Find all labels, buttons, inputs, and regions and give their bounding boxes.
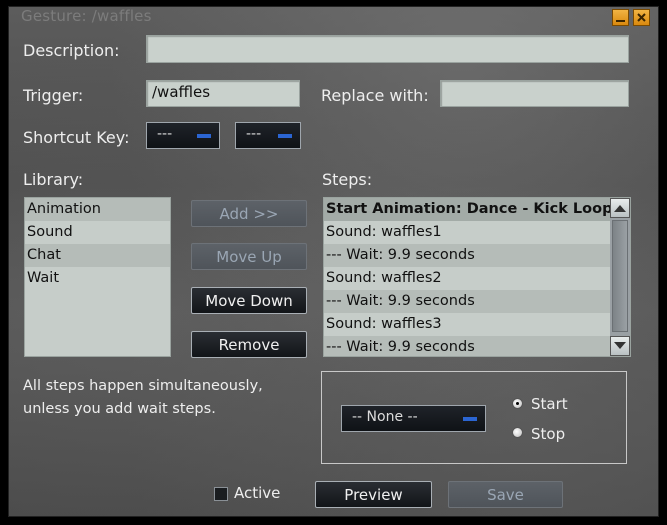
start-label: Start xyxy=(531,395,568,413)
replace-with-label: Replace with: xyxy=(321,86,429,105)
triangle-up-icon xyxy=(614,205,626,212)
library-list[interactable]: Animation Sound Chat Wait xyxy=(24,197,171,357)
shortcut-key-dropdown[interactable]: --- xyxy=(235,122,301,149)
close-button[interactable] xyxy=(633,9,650,26)
steps-item[interactable]: Sound: waffles1 xyxy=(324,221,610,244)
description-label: Description: xyxy=(23,41,120,60)
trigger-label: Trigger: xyxy=(23,86,84,105)
triangle-down-icon xyxy=(614,342,626,349)
steps-item[interactable]: Sound: waffles2 xyxy=(324,267,610,290)
scroll-down-button[interactable] xyxy=(610,336,630,356)
animation-dropdown[interactable]: -- None -- xyxy=(341,405,486,432)
steps-note-line1: All steps happen simultaneously, xyxy=(23,378,263,394)
scroll-thumb[interactable] xyxy=(612,220,628,332)
steps-item[interactable]: Sound: waffles3 xyxy=(324,313,610,336)
scroll-up-button[interactable] xyxy=(610,198,630,218)
description-field[interactable] xyxy=(146,35,629,63)
stop-radio[interactable] xyxy=(512,427,523,438)
steps-item-selected[interactable]: Start Animation: Dance - Kick Loop xyxy=(324,198,610,221)
steps-item[interactable]: --- Wait: 9.9 seconds xyxy=(324,290,610,313)
stop-label: Stop xyxy=(531,425,566,443)
steps-note-line2: unless you add wait steps. xyxy=(23,401,216,417)
minimize-icon xyxy=(616,20,625,22)
replace-with-field[interactable] xyxy=(440,80,629,107)
active-label: Active xyxy=(234,484,281,502)
steps-item[interactable]: --- Wait: 9.9 seconds xyxy=(324,244,610,267)
add-button[interactable]: Add >> xyxy=(191,200,307,227)
remove-button[interactable]: Remove xyxy=(191,331,307,358)
library-item-wait[interactable]: Wait xyxy=(25,267,170,290)
steps-label: Steps: xyxy=(322,170,373,189)
steps-scrollbar[interactable] xyxy=(610,198,630,356)
dropdown-indicator-icon xyxy=(463,417,477,421)
dropdown-indicator-icon xyxy=(197,134,211,138)
library-item-sound[interactable]: Sound xyxy=(25,221,170,244)
save-button[interactable]: Save xyxy=(448,481,563,508)
window-title: Gesture: /waffles xyxy=(21,7,152,25)
shortcut-modifier-value: --- xyxy=(157,126,173,142)
minimize-button[interactable] xyxy=(612,9,629,26)
trigger-field[interactable]: /waffles xyxy=(146,80,300,107)
library-item-chat[interactable]: Chat xyxy=(25,244,170,267)
shortcut-key-label: Shortcut Key: xyxy=(23,128,130,147)
shortcut-modifier-dropdown[interactable]: --- xyxy=(146,122,220,149)
animation-dropdown-value: -- None -- xyxy=(352,409,418,425)
start-radio[interactable] xyxy=(512,398,523,409)
shortcut-key-value: --- xyxy=(246,126,262,142)
active-checkbox[interactable] xyxy=(214,487,228,501)
preview-button[interactable]: Preview xyxy=(315,481,432,508)
gesture-window: Gesture: /waffles Description: Trigger: … xyxy=(8,6,659,517)
move-down-button[interactable]: Move Down xyxy=(191,287,307,314)
move-up-button[interactable]: Move Up xyxy=(191,243,307,270)
close-icon xyxy=(637,13,646,22)
steps-item[interactable]: --- Wait: 9.9 seconds xyxy=(324,336,610,356)
library-label: Library: xyxy=(23,170,84,189)
library-item-animation[interactable]: Animation xyxy=(25,198,170,221)
steps-list[interactable]: Start Animation: Dance - Kick Loop Sound… xyxy=(323,197,631,357)
dropdown-indicator-icon xyxy=(278,134,292,138)
